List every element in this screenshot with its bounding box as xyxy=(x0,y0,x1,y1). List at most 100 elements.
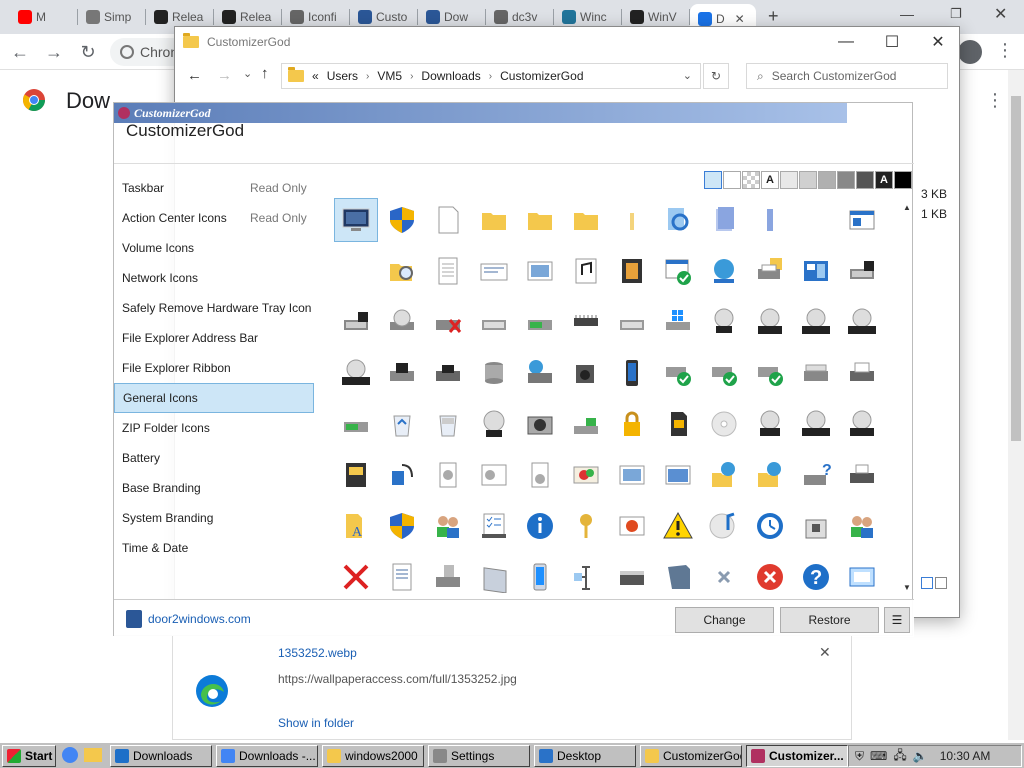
restore-button[interactable]: Restore xyxy=(780,607,879,633)
start-button[interactable]: Start xyxy=(2,745,56,767)
page-menu-icon[interactable]: ⋮ xyxy=(986,90,1004,111)
remove-download-icon[interactable]: ✕ xyxy=(819,644,831,661)
folder-thin-icon[interactable] xyxy=(610,198,654,242)
dvd-rom-icon[interactable] xyxy=(840,300,884,344)
dvd-rw-icon[interactable] xyxy=(334,351,378,395)
up-icon[interactable]: ↑ xyxy=(261,65,269,82)
picture-icon[interactable] xyxy=(518,249,562,293)
blank-page-icon[interactable] xyxy=(426,198,470,242)
drive-lock-icon[interactable] xyxy=(426,555,470,599)
swatch[interactable] xyxy=(704,171,722,189)
dvd-icon[interactable] xyxy=(472,402,516,446)
clock[interactable]: 10:30 AM xyxy=(940,749,991,763)
explorer-search-input[interactable]: ⌕ Search CustomizerGod xyxy=(746,63,948,89)
music-doc-icon[interactable] xyxy=(564,249,608,293)
file-thin-icon[interactable] xyxy=(748,198,792,242)
floppy-icon[interactable] xyxy=(380,351,424,395)
drive-green-icon[interactable] xyxy=(334,402,378,446)
explorer-back-icon[interactable]: ← xyxy=(187,67,202,84)
sidebar-item[interactable]: Volume Icons xyxy=(114,233,314,263)
text-doc-icon[interactable] xyxy=(426,249,470,293)
window-frame-icon[interactable] xyxy=(840,555,884,599)
help-printer-icon[interactable]: ? xyxy=(794,453,838,497)
envelope-icon[interactable] xyxy=(472,249,516,293)
gear-window-icon[interactable] xyxy=(472,453,516,497)
new-tab-button[interactable]: + xyxy=(768,6,779,27)
explorer-quicklaunch-icon[interactable] xyxy=(84,748,102,762)
taskbar-button[interactable]: Downloads xyxy=(110,745,212,767)
dvd-r-icon[interactable] xyxy=(748,300,792,344)
swatch[interactable] xyxy=(856,171,874,189)
address-bar[interactable]: « Users › VM5 › Downloads › CustomizerGo… xyxy=(281,63,701,89)
network-tray-icon[interactable]: 🖧 xyxy=(893,746,906,767)
explorer-minimize-button[interactable]: — xyxy=(823,27,869,57)
sidebar-item[interactable]: Network Icons xyxy=(114,263,314,293)
drive-dark-icon[interactable] xyxy=(426,351,470,395)
small-x-icon[interactable] xyxy=(702,555,746,599)
drive-save-icon[interactable] xyxy=(840,249,884,293)
disc-icon[interactable] xyxy=(702,402,746,446)
id-card-icon[interactable] xyxy=(334,453,378,497)
folder-globe-icon[interactable] xyxy=(748,453,792,497)
sidebar-item[interactable]: Taskbar Read Only xyxy=(114,173,314,203)
swatch[interactable] xyxy=(818,171,836,189)
chrome-tab[interactable]: M xyxy=(10,5,78,29)
window-icon[interactable] xyxy=(840,198,884,242)
scanner-flat-icon[interactable] xyxy=(610,555,654,599)
explorer-forward-icon[interactable]: → xyxy=(217,67,232,84)
tool-icon[interactable] xyxy=(564,555,608,599)
close-icon[interactable]: ✕ xyxy=(994,4,1007,24)
dvd-drive-icon[interactable] xyxy=(702,300,746,344)
refresh-icon[interactable]: ↻ xyxy=(703,63,729,89)
taskbar-button[interactable]: Customizer... xyxy=(746,745,848,767)
users-icon[interactable] xyxy=(426,504,470,548)
tiles-view-icon[interactable] xyxy=(935,577,947,589)
explorer-close-button[interactable]: ✕ xyxy=(915,27,961,57)
chip-icon[interactable] xyxy=(564,300,608,344)
drive-panel-icon[interactable] xyxy=(472,555,516,599)
reload-icon[interactable]: ↻ xyxy=(74,38,102,66)
windows-drive-icon[interactable] xyxy=(656,300,700,344)
sidebar-item[interactable]: General Icons xyxy=(114,383,314,413)
scroll-down-icon[interactable]: ▼ xyxy=(903,583,911,592)
key-icon[interactable] xyxy=(564,504,608,548)
dvd-ram-icon[interactable] xyxy=(794,300,838,344)
phone-icon[interactable] xyxy=(610,351,654,395)
chrome-quicklaunch-icon[interactable] xyxy=(62,747,78,763)
swatch[interactable] xyxy=(799,171,817,189)
view-toggle[interactable] xyxy=(921,577,949,591)
folder-globe-icon[interactable] xyxy=(702,453,746,497)
briefcase-icon[interactable] xyxy=(794,504,838,548)
shield-icon[interactable] xyxy=(380,198,424,242)
scanner-globe-icon[interactable] xyxy=(518,351,562,395)
video-doc-icon[interactable] xyxy=(610,249,654,293)
printer-folder-icon[interactable] xyxy=(748,249,792,293)
info-icon[interactable] xyxy=(518,504,562,548)
globe-network-icon[interactable] xyxy=(702,249,746,293)
program-check-icon[interactable] xyxy=(656,249,700,293)
explorer-maximize-button[interactable]: ☐ xyxy=(869,27,915,57)
breadcrumb-customizergod[interactable]: CustomizerGod xyxy=(500,69,583,83)
taskbar-button[interactable]: windows2000 xyxy=(322,745,424,767)
swatch[interactable] xyxy=(780,171,798,189)
chrome-tab[interactable]: Simp xyxy=(78,5,146,29)
sidebar-item[interactable]: Safely Remove Hardware Tray Icon xyxy=(114,293,314,323)
back-icon[interactable]: ← xyxy=(6,38,34,66)
photo-icon[interactable] xyxy=(610,504,654,548)
taskbar-button[interactable]: Desktop xyxy=(534,745,636,767)
drive-disc-icon[interactable] xyxy=(380,300,424,344)
sidebar-item[interactable]: File Explorer Ribbon xyxy=(114,353,314,383)
drive-check-icon[interactable] xyxy=(702,351,746,395)
gear-page-icon[interactable] xyxy=(518,453,562,497)
avatar[interactable] xyxy=(958,40,982,64)
show-in-folder-link[interactable]: Show in folder xyxy=(278,716,354,730)
sidebar-item[interactable]: File Explorer Address Bar xyxy=(114,323,314,353)
cd-r-icon[interactable] xyxy=(748,402,792,446)
taskbar-button[interactable]: Downloads -... xyxy=(216,745,318,767)
page-scrollbar[interactable] xyxy=(1008,70,1024,740)
help-circle-icon[interactable]: ? xyxy=(794,555,838,599)
details-view-icon[interactable] xyxy=(921,577,933,589)
keyboard-tray-icon[interactable]: ⌨ xyxy=(870,749,887,763)
users-icon[interactable] xyxy=(840,504,884,548)
file-stack-icon[interactable] xyxy=(702,198,746,242)
